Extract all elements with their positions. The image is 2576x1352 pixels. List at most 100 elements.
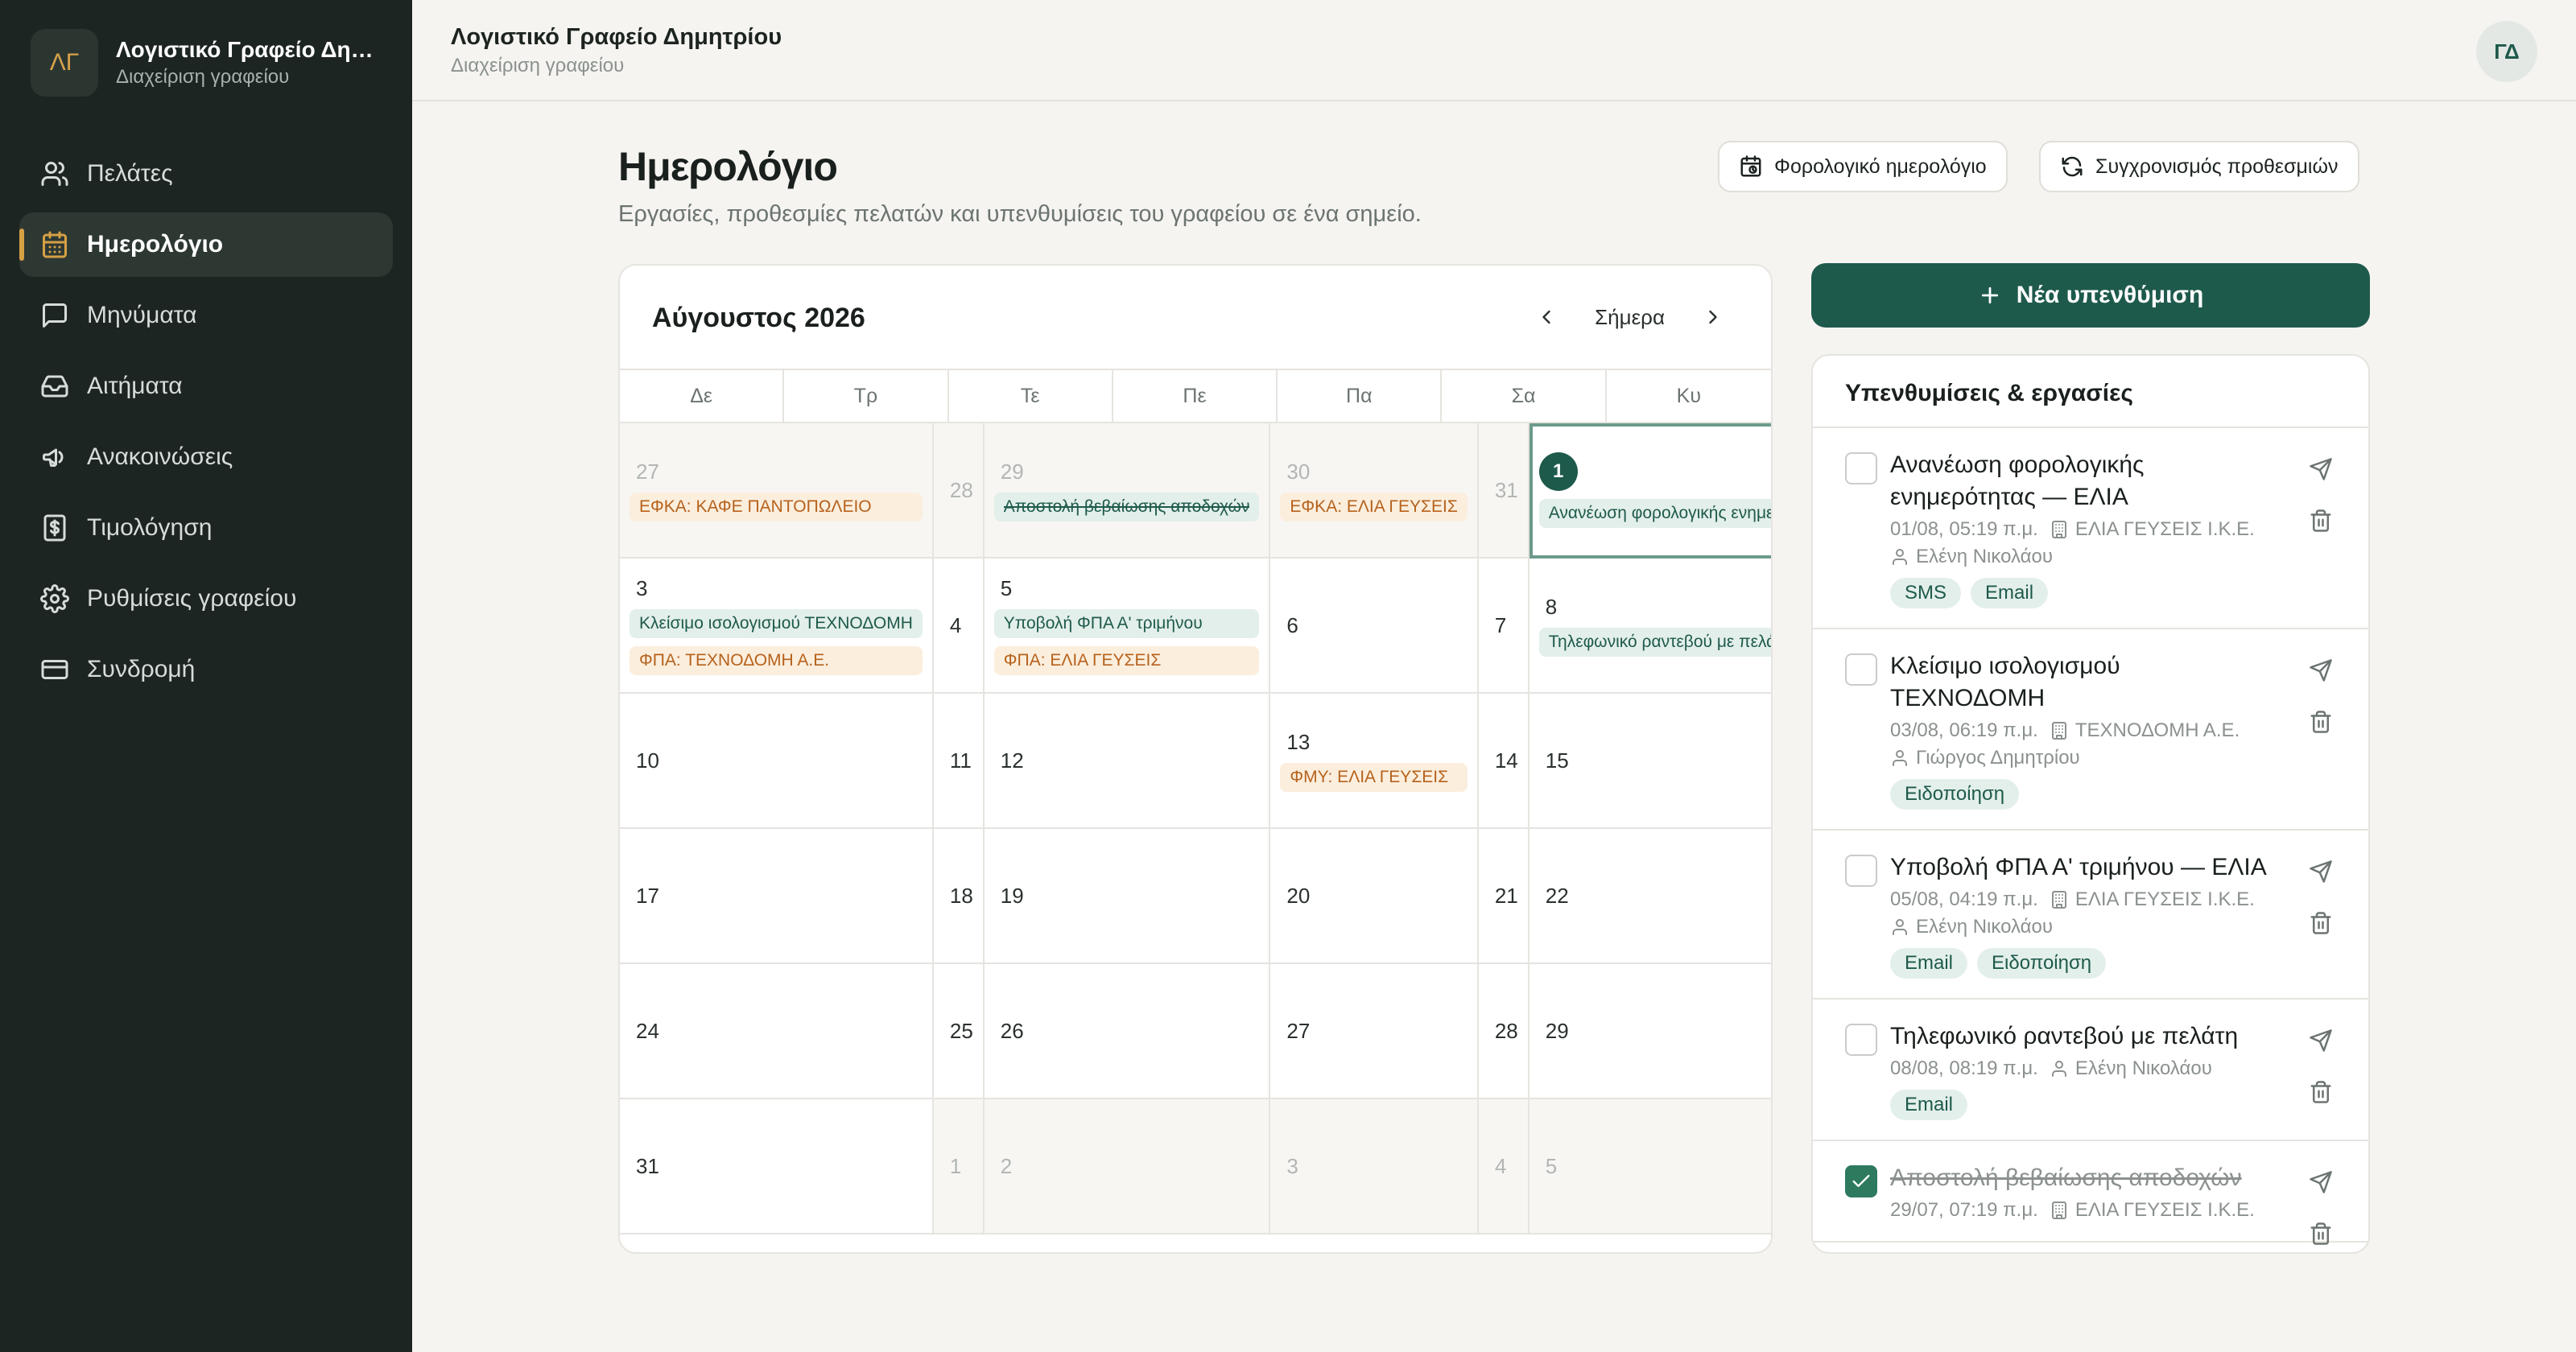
calendar-day[interactable]: 29 Αποστολή βεβαίωσης αποδοχών bbox=[984, 423, 1271, 559]
chevron-left-icon bbox=[1542, 310, 1550, 324]
prev-month-button[interactable] bbox=[1529, 299, 1564, 335]
day-number: 21 bbox=[1494, 883, 1518, 908]
sidebar-item-label: Πελάτες bbox=[87, 160, 173, 187]
reminder-checkbox[interactable] bbox=[1845, 1165, 1877, 1197]
calendar-day[interactable]: 18 bbox=[933, 829, 985, 964]
office-subtitle: Διαχείριση γραφείου bbox=[451, 55, 625, 76]
office-title: Λογιστικό Γραφείο Δημητρίου bbox=[451, 24, 782, 50]
brand[interactable]: ΛΓ Λογιστικό Γραφείο Δημητρίου Διαχείρισ… bbox=[31, 29, 374, 97]
calendar-day[interactable]: 3 Κλείσιμο ισολογισμού ΤΕΧΝΟΔΟΜΗ ΦΠΑ: ΤΕΧΝ… bbox=[620, 559, 934, 694]
new-reminder-label: Νέα υπενθύμιση bbox=[2016, 282, 2204, 308]
calendar-day[interactable]: 11 bbox=[933, 694, 985, 829]
calendar-day[interactable]: 19 bbox=[984, 829, 1271, 964]
reminder-checkbox[interactable] bbox=[1845, 1024, 1877, 1056]
calendar-day[interactable]: 17 bbox=[620, 829, 934, 964]
calendar-event-chip[interactable]: Αποστολή βεβαίωσης αποδοχών bbox=[993, 492, 1260, 521]
calendar-day[interactable]: 24 bbox=[620, 964, 934, 1099]
delete-reminder-button[interactable] bbox=[2309, 1222, 2334, 1246]
sidebar-item-label: Αιτήματα bbox=[87, 373, 183, 399]
calendar-day[interactable]: 27 ΕΦΚΑ: ΚΑΦΕ ΠΑΝΤΟΠΩΛΕΙΟ bbox=[620, 423, 934, 559]
day-number: 11 bbox=[949, 748, 972, 773]
sidebar-item-2[interactable]: Μηνύματα bbox=[19, 283, 393, 348]
calendar-day[interactable]: 10 bbox=[620, 694, 934, 829]
reminder-company: ΕΛΙΑ ΓΕΥΣΕΙΣ Ι.Κ.Ε. bbox=[2074, 888, 2255, 910]
calendar-event-chip[interactable]: ΦΠΑ: ΕΛΙΑ ΓΕΥΣΕΙΣ bbox=[993, 645, 1260, 675]
calendar-day[interactable]: 28 bbox=[933, 423, 985, 559]
sidebar-item-5[interactable]: Τιμολόγηση bbox=[19, 496, 393, 560]
send-reminder-button[interactable] bbox=[2309, 457, 2334, 481]
trash-icon bbox=[2310, 509, 2331, 532]
sidebar-item-7[interactable]: Συνδρομή bbox=[19, 637, 393, 702]
channel-tag: SMS bbox=[1890, 578, 1962, 608]
calendar-day[interactable]: 13 ΦΜΥ: ΕΛΙΑ ΓΕΥΣΕΙΣ bbox=[1270, 694, 1479, 829]
calendar-event-chip[interactable]: ΦΜΥ: ΕΛΙΑ ΓΕΥΣΕΙΣ bbox=[1280, 762, 1468, 792]
sidebar-item-3[interactable]: Αιτήματα bbox=[19, 354, 393, 418]
calendar-day[interactable]: 4 bbox=[1478, 1099, 1530, 1235]
calendar-event-chip[interactable]: ΕΦΚΑ: ΕΛΙΑ ΓΕΥΣΕΙΣ bbox=[1280, 492, 1468, 521]
avatar[interactable]: ΓΔ bbox=[2476, 21, 2537, 82]
tax-calendar-label: Φορολογικό ημερολόγιο bbox=[1774, 155, 1987, 178]
calendar-event-chip[interactable]: Κλείσιμο ισολογισμού ΤΕΧΝΟΔΟΜΗ bbox=[630, 608, 923, 638]
calendar-day[interactable]: 4 bbox=[933, 559, 985, 694]
calendar-day[interactable]: 29 bbox=[1529, 964, 1771, 1099]
sync-deadlines-button[interactable]: Συγχρονισμός προθεσμιών bbox=[2039, 141, 2359, 192]
calendar-event-chip[interactable]: Τηλεφωνικό ραντεβού με πελάτη bbox=[1538, 627, 1771, 657]
calendar-day[interactable]: 5 bbox=[1529, 1099, 1771, 1235]
today-button[interactable]: Σήμερα bbox=[1595, 305, 1665, 330]
sidebar-item-0[interactable]: Πελάτες bbox=[19, 142, 393, 206]
user-icon bbox=[1893, 919, 1907, 935]
new-reminder-button[interactable]: Νέα υπενθύμιση bbox=[1811, 263, 2370, 328]
calendar-day[interactable]: 25 bbox=[933, 964, 985, 1099]
calendar-day[interactable]: 28 bbox=[1478, 964, 1530, 1099]
sidebar-item-4[interactable]: Ανακοινώσεις bbox=[19, 425, 393, 489]
reminder-checkbox[interactable] bbox=[1845, 855, 1877, 887]
calendar-day[interactable]: 3 bbox=[1270, 1099, 1479, 1235]
user-icon bbox=[1893, 750, 1907, 766]
day-number: 15 bbox=[1545, 748, 1569, 773]
calendar-event-chip[interactable]: ΕΦΚΑ: ΚΑΦΕ ΠΑΝΤΟΠΩΛΕΙΟ bbox=[630, 492, 923, 521]
delete-reminder-button[interactable] bbox=[2309, 911, 2334, 935]
calendar-day[interactable]: 8 Τηλεφωνικό ραντεβού με πελάτη bbox=[1529, 559, 1771, 694]
calendar-day[interactable]: 2 bbox=[984, 1099, 1271, 1235]
delete-reminder-button[interactable] bbox=[2309, 710, 2334, 734]
calendar-month-label: Αύγουστος 2026 bbox=[652, 303, 865, 333]
calendar-event-chip[interactable]: ΦΠΑ: ΤΕΧΝΟΔΟΜΗ Α.Ε. bbox=[630, 645, 923, 675]
calendar-day[interactable]: 5 Υποβολή ΦΠΑ Α' τριμήνου ΦΠΑ: ΕΛΙΑ ΓΕΥΣΕΙ… bbox=[984, 559, 1271, 694]
sidebar-item-6[interactable]: Ρυθμίσεις γραφείου bbox=[19, 567, 393, 631]
calendar-day[interactable]: 31 bbox=[1478, 423, 1530, 559]
calendar-day[interactable]: 31 bbox=[620, 1099, 934, 1235]
day-number: 14 bbox=[1494, 748, 1518, 773]
sidebar-item-label: Ανακοινώσεις bbox=[87, 443, 233, 470]
calendar-day[interactable]: 1 bbox=[933, 1099, 985, 1235]
calendar-day[interactable]: 21 bbox=[1478, 829, 1530, 964]
calendar-day[interactable]: 15 bbox=[1529, 694, 1771, 829]
calendar-day[interactable]: 26 bbox=[984, 964, 1271, 1099]
calendar-day-today[interactable]: 1 Ανανέωση φορολογικής ενημερότητας bbox=[1529, 423, 1771, 559]
calendar-day[interactable]: 30 ΕΦΚΑ: ΕΛΙΑ ΓΕΥΣΕΙΣ bbox=[1270, 423, 1479, 559]
tax-calendar-button[interactable]: Φορολογικό ημερολόγιο bbox=[1718, 141, 2008, 192]
calendar-day[interactable]: 20 bbox=[1270, 829, 1479, 964]
channel-tag: Ειδοποίηση bbox=[1890, 779, 2020, 810]
calendar-day[interactable]: 12 bbox=[984, 694, 1271, 829]
calendar-day[interactable]: 22 bbox=[1529, 829, 1771, 964]
reminder-checkbox[interactable] bbox=[1845, 452, 1877, 484]
send-reminder-button[interactable] bbox=[2309, 1028, 2334, 1053]
send-reminder-button[interactable] bbox=[2309, 1170, 2334, 1194]
brand-subtitle: Διαχείριση γραφείου bbox=[116, 66, 290, 88]
delete-reminder-button[interactable] bbox=[2309, 509, 2334, 533]
next-month-button[interactable] bbox=[1695, 299, 1731, 335]
weekday-label: Σα bbox=[1442, 370, 1607, 422]
reminder-checkbox[interactable] bbox=[1845, 653, 1877, 686]
calendar-event-chip[interactable]: Ανανέωση φορολογικής ενημερότητας bbox=[1538, 499, 1771, 528]
calendar-day[interactable]: 27 bbox=[1270, 964, 1479, 1099]
calendar-day[interactable]: 7 bbox=[1478, 559, 1530, 694]
send-reminder-button[interactable] bbox=[2309, 658, 2334, 682]
sidebar-item-1[interactable]: Ημερολόγιο bbox=[19, 212, 393, 277]
calendar-day[interactable]: 6 bbox=[1270, 559, 1479, 694]
day-number: 27 bbox=[636, 459, 659, 484]
send-reminder-button[interactable] bbox=[2309, 859, 2334, 884]
delete-reminder-button[interactable] bbox=[2309, 1080, 2334, 1104]
reminders-title: Υπενθυμίσεις & εργασίες bbox=[1813, 356, 2368, 428]
calendar-event-chip[interactable]: Υποβολή ΦΠΑ Α' τριμήνου bbox=[993, 608, 1260, 638]
calendar-day[interactable]: 14 bbox=[1478, 694, 1530, 829]
